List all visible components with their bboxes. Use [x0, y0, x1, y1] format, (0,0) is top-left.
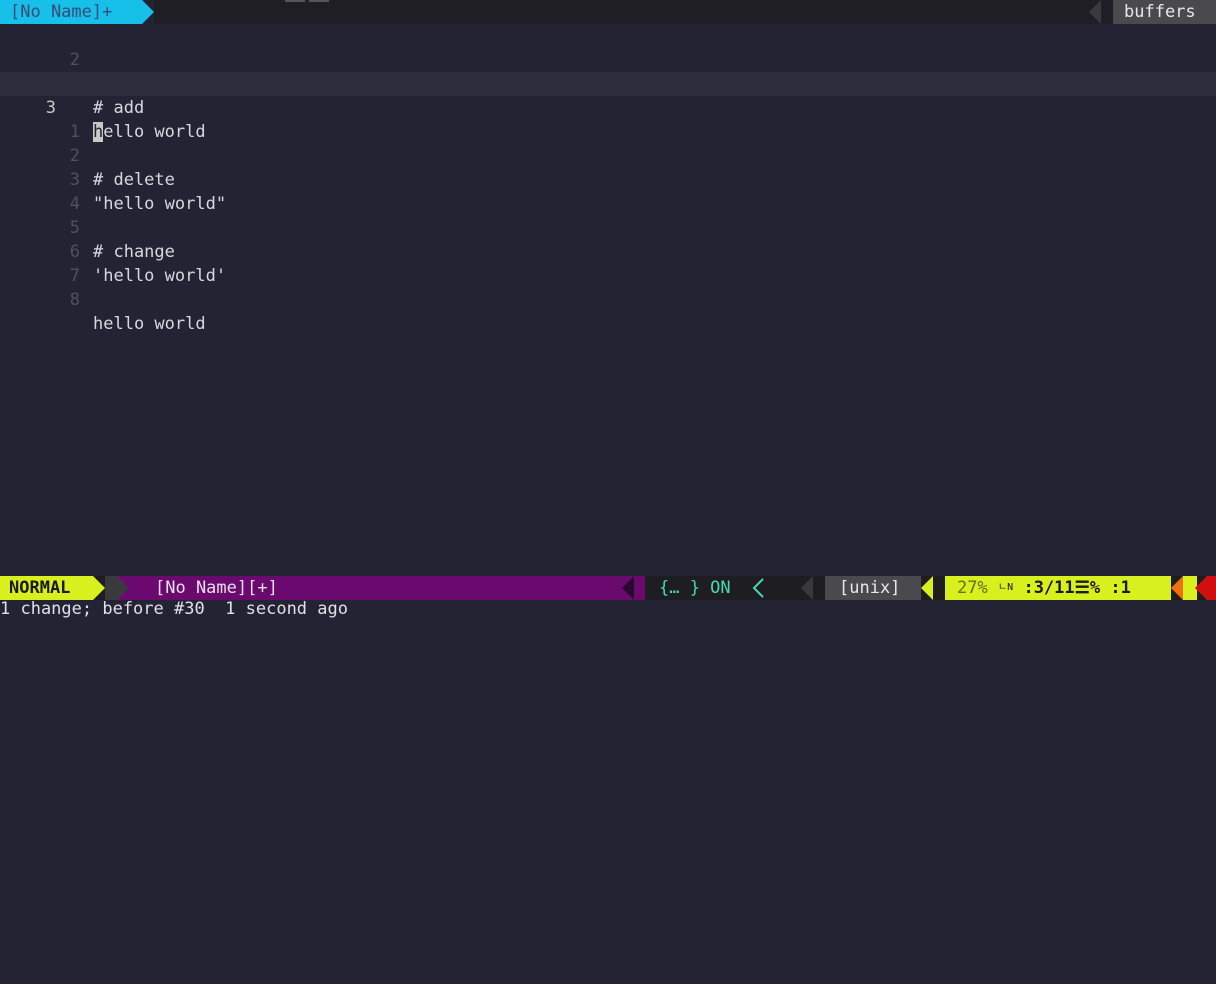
fileformat-separator-arrow: [801, 576, 813, 600]
tab-separator-arrow: [142, 0, 154, 24]
line-number: 8: [69, 290, 80, 310]
warning-indicator-arrow: [1171, 576, 1183, 600]
editor-line[interactable]: 2 # delete: [0, 120, 1216, 190]
error-indicator-arrow: [1195, 576, 1207, 600]
mode-separator-arrow: [93, 576, 105, 600]
plugin-status: {… } ON: [659, 578, 731, 598]
editor-line[interactable]: 7: [0, 240, 1216, 286]
filename-segment: [No Name][+]: [117, 576, 645, 600]
tabline: [No Name]+ buffers: [0, 0, 1216, 24]
tab-no-name[interactable]: [No Name]+: [0, 0, 142, 24]
editor-line[interactable]: 1 # add: [0, 48, 1216, 118]
mode-indicator: NORMAL: [0, 576, 93, 600]
line-text: hello world: [93, 314, 206, 334]
error-indicator: [1207, 576, 1216, 600]
buffers-separator-arrow: [1089, 0, 1101, 24]
buffers-label[interactable]: buffers: [1113, 0, 1216, 24]
position-separator-arrow: [921, 576, 933, 600]
editor-line[interactable]: 5 # change: [0, 192, 1216, 262]
editor-line[interactable]: 4: [0, 168, 1216, 214]
editor-area[interactable]: 2 1 # add 3 hello world 1 2 # delete 3 "…: [0, 24, 1216, 576]
gap-separator-arrow: [117, 576, 129, 600]
editor-line[interactable]: 2: [0, 24, 1216, 70]
column-icon: ☰: [1074, 578, 1090, 598]
column-position: % :1: [1089, 578, 1131, 598]
editor-current-line[interactable]: 3 hello world: [0, 72, 1216, 142]
command-line-message[interactable]: 1 change; before #30 1 second ago: [0, 600, 1216, 624]
editor-line[interactable]: 6 'hello world': [0, 216, 1216, 286]
editor-line[interactable]: 8 hello world: [0, 264, 1216, 334]
chevron-left-icon: [752, 578, 764, 598]
line-number-icon: ㄴN: [997, 582, 1014, 593]
fileformat-segment: [unix]: [825, 576, 921, 600]
statusline: NORMAL [No Name][+] {… } ON [unix] 27% ㄴ…: [0, 576, 1216, 600]
statusline-gap: [105, 576, 117, 600]
tabline-fill: [154, 0, 1216, 24]
filename-end-arrow: [622, 576, 634, 600]
line-position: :3/11: [1023, 578, 1075, 598]
cursor-position-segment: 27% ㄴN :3/11☰% :1: [945, 576, 1171, 600]
editor-line[interactable]: 3 "hello world": [0, 144, 1216, 214]
scroll-percent: 27%: [957, 578, 988, 598]
tabline-scroll-indicator: [285, 0, 331, 2]
editor-line[interactable]: 1: [0, 96, 1216, 142]
